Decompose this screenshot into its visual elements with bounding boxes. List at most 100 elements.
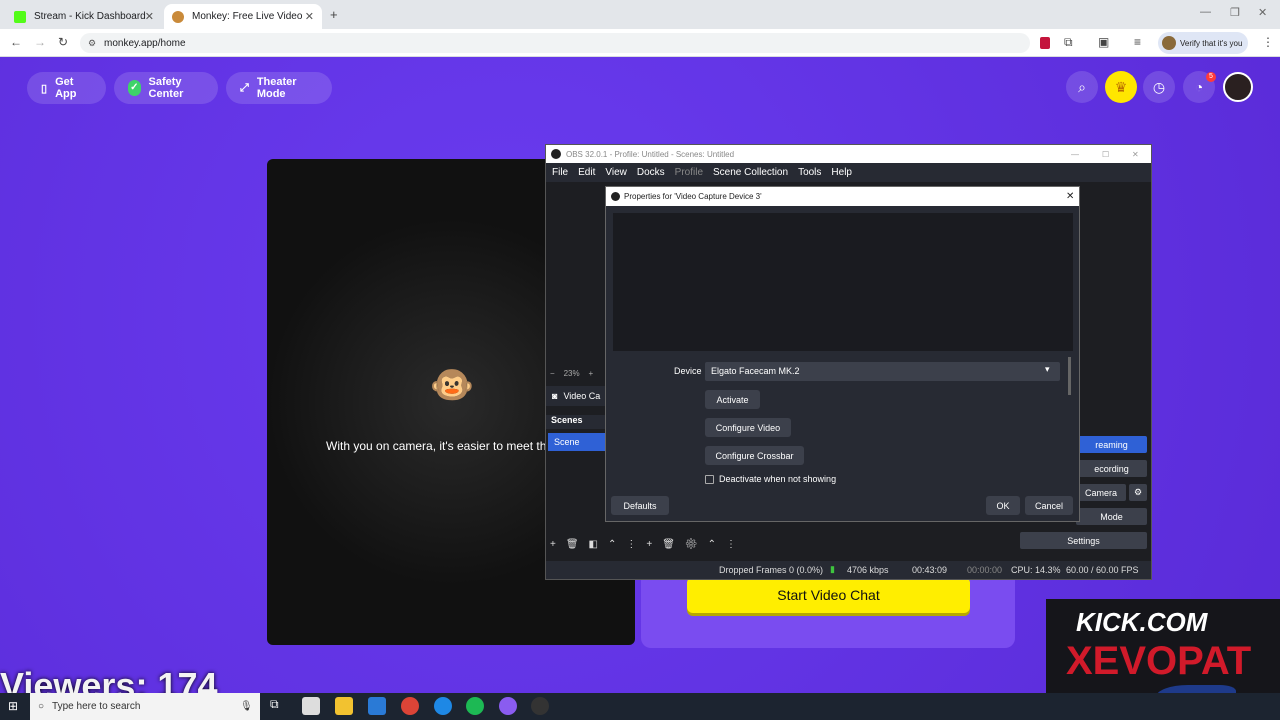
start-streaming-button[interactable]: reaming xyxy=(1076,436,1147,453)
close-icon[interactable]: ✕ xyxy=(1132,150,1139,159)
menu-scene-collection[interactable]: Scene Collection xyxy=(713,167,788,178)
task-view-icon[interactable]: ⧉ xyxy=(270,697,288,715)
tab-label: Stream - Kick Dashboard xyxy=(34,11,146,22)
restore-icon[interactable]: ☐ xyxy=(1102,150,1109,159)
crown-icon[interactable]: ♛ xyxy=(1105,71,1137,103)
source-label: Video Ca xyxy=(563,391,601,401)
zoom-in-icon[interactable]: + xyxy=(588,369,593,378)
cpu-usage: CPU: 14.3% xyxy=(1011,565,1061,575)
start-video-chat-button[interactable]: Start Video Chat xyxy=(687,577,970,613)
reload-icon[interactable]: ↻ xyxy=(58,35,68,49)
dock-toolbar[interactable]: +🗑◧⌃⋮+🗑⚙⌃⋮ xyxy=(550,539,800,553)
virtual-camera-button[interactable]: Camera xyxy=(1076,484,1126,501)
new-tab-icon[interactable]: + xyxy=(330,7,338,22)
profile-label: Verify that it's you xyxy=(1180,38,1243,48)
minimize-icon[interactable]: — xyxy=(1200,6,1211,18)
phone-icon: ▯ xyxy=(41,82,48,95)
edge-icon[interactable] xyxy=(434,697,452,715)
camera-icon: ◙ xyxy=(552,391,558,401)
settings-button[interactable]: Settings xyxy=(1020,532,1147,549)
obs-logo-icon xyxy=(611,192,620,201)
device-select[interactable]: Elgato Facecam MK.2 ▾ xyxy=(705,362,1060,381)
theater-mode-button[interactable]: ⤢ Theater Mode xyxy=(226,72,332,104)
search-circle-icon: ○ xyxy=(38,701,45,712)
site-info-icon[interactable]: ⚙ xyxy=(88,38,96,49)
menu-view[interactable]: View xyxy=(605,167,627,178)
chevron-down-icon: ▾ xyxy=(1045,364,1050,374)
scrollbar[interactable] xyxy=(1068,357,1071,395)
menu-help[interactable]: Help xyxy=(831,167,852,178)
gear-icon[interactable]: ⚙ xyxy=(1129,484,1147,501)
windows-start-icon[interactable]: ⊞ xyxy=(8,699,18,713)
menu-docks[interactable]: Docks xyxy=(637,167,665,178)
scene-list-item[interactable]: Scene xyxy=(548,433,606,451)
menu-tools[interactable]: Tools xyxy=(798,167,821,178)
fps: 60.00 / 60.00 FPS xyxy=(1066,565,1139,575)
properties-dialog: Properties for 'Video Capture Device 3' … xyxy=(605,186,1080,522)
back-icon[interactable]: ← xyxy=(10,35,22,49)
dialog-titlebar: Properties for 'Video Capture Device 3' … xyxy=(606,187,1079,206)
get-app-label: Get App xyxy=(55,76,77,100)
restore-icon[interactable]: ❐ xyxy=(1230,6,1240,19)
obs-taskbar-icon[interactable] xyxy=(531,697,549,715)
url-text: monkey.app/home xyxy=(104,37,186,49)
forward-icon[interactable]: → xyxy=(34,35,46,49)
chrome-profile-icon[interactable] xyxy=(499,697,517,715)
obs-menubar: File Edit View Docks Profile Scene Colle… xyxy=(546,163,1151,182)
get-app-button[interactable]: ▯ Get App xyxy=(27,72,106,104)
microphone-icon[interactable]: 🎙 xyxy=(240,701,253,712)
close-icon[interactable]: ✕ xyxy=(1066,191,1074,202)
media-control-icon[interactable]: ▣ xyxy=(1098,35,1109,49)
safety-center-button[interactable]: ✓ Safety Center xyxy=(114,72,218,104)
search-icon[interactable]: ⌕ xyxy=(1066,71,1098,103)
obs-logo-icon xyxy=(551,149,561,159)
configure-crossbar-button[interactable]: Configure Crossbar xyxy=(705,446,804,465)
safety-center-label: Safety Center xyxy=(148,76,184,100)
search-placeholder: Type here to search xyxy=(52,701,141,712)
configure-video-button[interactable]: Configure Video xyxy=(705,418,791,437)
spotify-icon[interactable] xyxy=(466,697,484,715)
chrome-icon[interactable] xyxy=(401,697,419,715)
signal-icon: ▮ xyxy=(830,564,835,574)
history-clock-icon[interactable]: ◷ xyxy=(1143,71,1175,103)
obs-statusbar: Dropped Frames 0 (0.0%) ▮ 4706 kbps 00:4… xyxy=(546,561,1151,579)
device-value: Elgato Facecam MK.2 xyxy=(711,366,800,376)
dialog-title: Properties for 'Video Capture Device 3' xyxy=(624,192,762,201)
expand-icon: ⤢ xyxy=(240,81,249,94)
url-field[interactable]: ⚙ monkey.app/home xyxy=(80,33,1030,53)
start-recording-button[interactable]: ecording xyxy=(1076,460,1147,477)
deactivate-checkbox[interactable] xyxy=(705,475,714,484)
tab-monkey[interactable]: Monkey: Free Live Video Chat ✕ xyxy=(164,4,322,29)
activate-button[interactable]: Activate xyxy=(705,390,760,409)
defaults-button[interactable]: Defaults xyxy=(611,496,669,515)
extension-shield-icon[interactable] xyxy=(1040,37,1050,49)
menu-edit[interactable]: Edit xyxy=(578,167,595,178)
minimize-icon[interactable]: — xyxy=(1071,150,1079,159)
profile-verify-button[interactable]: Verify that it's you xyxy=(1158,32,1248,54)
cancel-button[interactable]: Cancel xyxy=(1025,496,1073,515)
menu-dots-icon[interactable]: ⋮ xyxy=(1262,35,1274,49)
tab-kick-dashboard[interactable]: Stream - Kick Dashboard ✕ xyxy=(6,4,162,29)
extensions-puzzle-icon[interactable]: ⧉ xyxy=(1064,35,1073,50)
store-icon[interactable] xyxy=(302,697,320,715)
avatar xyxy=(1162,36,1176,50)
preview-area xyxy=(613,213,1073,351)
menu-file[interactable]: File xyxy=(552,167,568,178)
close-window-icon[interactable]: ✕ xyxy=(1258,6,1267,19)
zoom-out-icon[interactable]: − xyxy=(550,369,555,378)
deactivate-label: Deactivate when not showing xyxy=(719,474,837,484)
overlay-line1: KICK.COM xyxy=(1076,607,1208,637)
mail-icon[interactable] xyxy=(368,697,386,715)
user-avatar[interactable] xyxy=(1223,72,1253,102)
reading-list-icon[interactable]: ≡ xyxy=(1134,35,1141,49)
close-icon[interactable]: ✕ xyxy=(305,10,314,23)
studio-mode-button[interactable]: Mode xyxy=(1076,508,1147,525)
file-explorer-icon[interactable] xyxy=(335,697,353,715)
dropped-frames: Dropped Frames 0 (0.0%) xyxy=(719,565,824,575)
ok-button[interactable]: OK xyxy=(986,496,1020,515)
close-icon[interactable]: ✕ xyxy=(145,10,154,23)
zoom-level: − 23% + xyxy=(550,369,593,378)
menu-profile[interactable]: Profile xyxy=(675,167,703,178)
source-toolbar: ◙ Video Ca xyxy=(546,386,606,406)
taskbar-search[interactable]: ○ Type here to search 🎙 xyxy=(30,693,260,720)
